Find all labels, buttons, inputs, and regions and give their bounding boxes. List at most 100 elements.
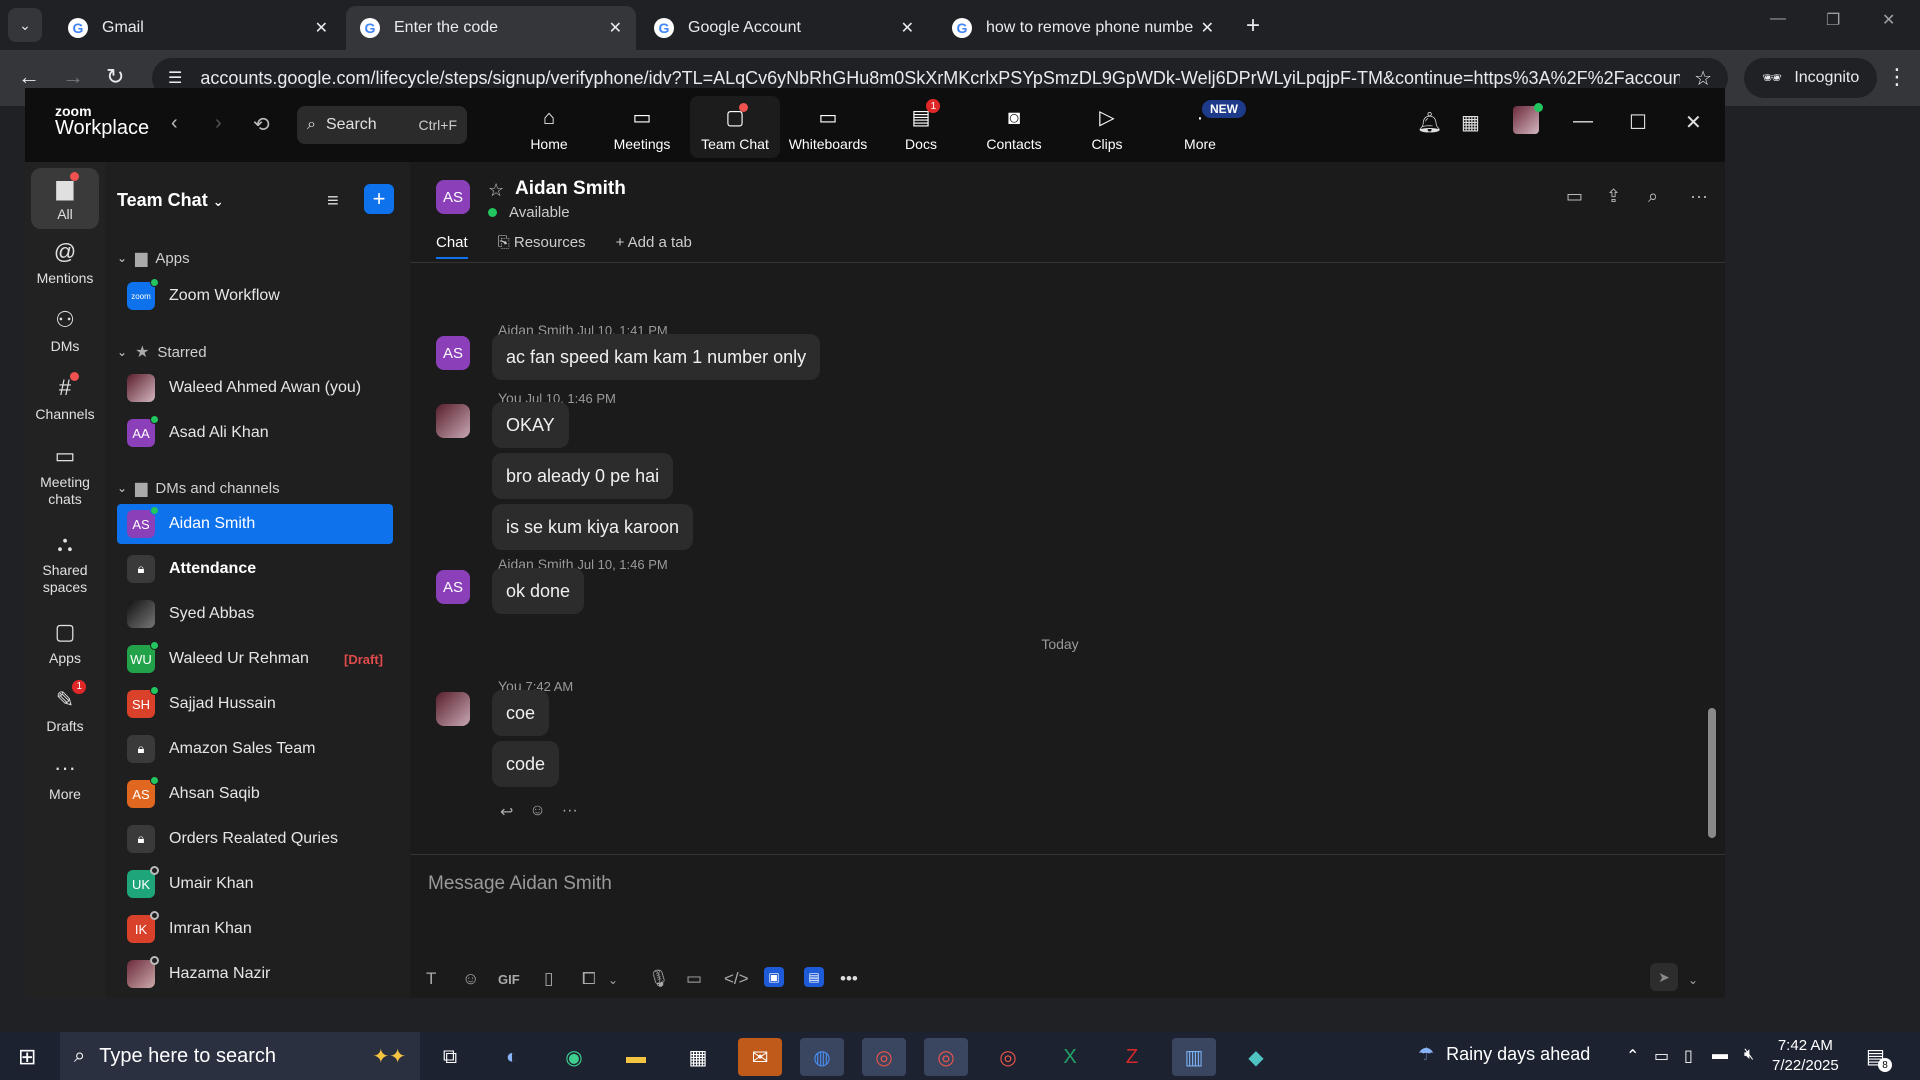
- nav-team-chat[interactable]: ▢ Team Chat: [690, 96, 780, 158]
- scrollbar[interactable]: [1708, 708, 1716, 838]
- task-view-icon[interactable]: ⧉: [428, 1038, 472, 1076]
- forward-arrow-icon[interactable]: ›: [215, 112, 222, 135]
- search-icon[interactable]: ⌕: [1648, 186, 1658, 207]
- weather-widget[interactable]: ☂ Rainy days ahead: [1418, 1044, 1590, 1065]
- outlook-icon[interactable]: ✉: [738, 1038, 782, 1076]
- rail-all[interactable]: ▆ All: [31, 168, 99, 229]
- avatar[interactable]: [436, 692, 470, 726]
- list-item[interactable]: IK Imran Khan: [117, 909, 393, 949]
- new-tab-icon[interactable]: +: [1246, 12, 1260, 40]
- zoom-search[interactable]: ⌕ Search Ctrl+F: [297, 106, 467, 144]
- tab-add-a-tab[interactable]: + Add a tab: [616, 234, 692, 259]
- ellipsis-icon[interactable]: •••: [840, 969, 858, 989]
- bookmark-star-icon[interactable]: ☆: [1694, 66, 1712, 91]
- device-icon[interactable]: ▯: [1684, 1046, 1693, 1066]
- chat-list-title[interactable]: Team Chat ⌄: [117, 190, 224, 211]
- nav-contacts[interactable]: ◙ Contacts: [969, 96, 1059, 158]
- star-icon[interactable]: ☆: [488, 180, 504, 201]
- chrome-icon[interactable]: ◎: [862, 1038, 906, 1076]
- tab-chat[interactable]: Chat: [436, 234, 468, 259]
- nav-home[interactable]: ⌂ Home: [504, 96, 594, 158]
- contact-name[interactable]: Aidan Smith: [515, 178, 626, 200]
- list-item[interactable]: Syed Abbas: [117, 594, 393, 634]
- chevron-up-icon[interactable]: ⌃: [1626, 1046, 1639, 1066]
- app-icon[interactable]: ▤: [804, 967, 824, 987]
- message-bubble[interactable]: is se kum kiya karoon: [492, 504, 694, 550]
- list-item[interactable]: 🔒︎ Amazon Sales Team: [117, 729, 393, 769]
- calculator-icon[interactable]: ▥: [1172, 1038, 1216, 1076]
- taskbar-search[interactable]: ⌕ Type here to search ✦✦: [60, 1032, 420, 1080]
- tab-gmail[interactable]: G Gmail ✕: [54, 6, 342, 50]
- avatar[interactable]: AS: [436, 336, 470, 370]
- list-item[interactable]: UK Umair Khan: [117, 864, 393, 904]
- reply-icon[interactable]: ↩: [500, 802, 513, 822]
- message-bubble[interactable]: coe: [492, 690, 550, 736]
- video-call-icon[interactable]: ▭: [1566, 186, 1583, 207]
- nav-docs[interactable]: ▤ 1 Docs: [876, 96, 966, 158]
- history-icon[interactable]: ⟲: [253, 112, 270, 137]
- chrome-icon[interactable]: ◎: [986, 1038, 1030, 1076]
- nav-whiteboards[interactable]: ▭ Whiteboards: [783, 96, 873, 158]
- message-input[interactable]: Message Aidan Smith: [428, 873, 612, 895]
- calendar-icon[interactable]: ▦: [1461, 110, 1480, 135]
- chevron-down-icon[interactable]: ⌄: [608, 973, 618, 987]
- system-clock[interactable]: 7:42 AM 7/22/2025: [1772, 1036, 1839, 1077]
- minimize-icon[interactable]: —: [1770, 10, 1786, 28]
- site-info-icon[interactable]: ☰: [168, 68, 182, 88]
- rail-shared-spaces[interactable]: ⛬ Shared spaces: [31, 530, 99, 597]
- new-chat-button[interactable]: +: [364, 184, 394, 214]
- emoji-reaction-icon[interactable]: ☺: [529, 802, 545, 822]
- list-item[interactable]: AS Ahsan Saqib: [117, 774, 393, 814]
- share-screen-icon[interactable]: ⇪: [1606, 186, 1621, 207]
- avatar[interactable]: AS: [436, 570, 470, 604]
- section-apps[interactable]: ⌄ ▆ Apps: [117, 248, 190, 268]
- message-bubble[interactable]: ok done: [492, 568, 585, 614]
- message-bubble[interactable]: bro aleady 0 pe hai: [492, 453, 674, 499]
- close-icon[interactable]: ✕: [609, 18, 622, 38]
- tab-google-account[interactable]: G Google Account ✕: [640, 6, 928, 50]
- nav-meetings[interactable]: ▭ Meetings: [597, 96, 687, 158]
- ellipsis-icon[interactable]: ···: [1690, 186, 1708, 207]
- close-icon[interactable]: ✕: [315, 18, 328, 38]
- app-icon[interactable]: ▣: [764, 967, 784, 987]
- copilot-icon[interactable]: ◐: [490, 1038, 534, 1076]
- gif-icon[interactable]: GIF: [498, 972, 520, 987]
- avatar[interactable]: [436, 404, 470, 438]
- list-item[interactable]: AA Asad Ali Khan: [117, 413, 393, 453]
- rail-apps[interactable]: ▢ Apps: [31, 618, 99, 667]
- emoji-icon[interactable]: ☺: [462, 969, 479, 989]
- excel-icon[interactable]: X: [1048, 1038, 1092, 1076]
- forward-icon[interactable]: →: [62, 64, 84, 90]
- ellipsis-icon[interactable]: ···: [562, 802, 578, 822]
- list-item[interactable]: AS Aidan Smith: [117, 504, 393, 544]
- filter-icon[interactable]: ≡: [327, 190, 339, 213]
- back-arrow-icon[interactable]: ‹: [171, 112, 178, 135]
- rail-dms[interactable]: ⚇ DMs: [31, 306, 99, 355]
- incognito-indicator[interactable]: 🕶 Incognito: [1744, 58, 1878, 98]
- section-dms-channels[interactable]: ⌄ ▆ DMs and channels: [117, 478, 280, 498]
- code-snippet-icon[interactable]: </>: [724, 969, 749, 989]
- tab-search-dropdown[interactable]: ⌄: [8, 8, 42, 42]
- zoom-taskbar-icon[interactable]: ◍: [800, 1038, 844, 1076]
- nav-clips[interactable]: ▷ Clips: [1062, 96, 1152, 158]
- file-icon[interactable]: ▯: [544, 969, 553, 989]
- notification-icon[interactable]: ▤ 8: [1866, 1044, 1892, 1072]
- format-text-icon[interactable]: T: [426, 969, 436, 989]
- microphone-icon[interactable]: 🎙︎: [648, 969, 670, 989]
- rail-channels[interactable]: # Channels: [31, 372, 99, 423]
- close-icon[interactable]: ✕: [901, 18, 914, 38]
- minimize-icon[interactable]: —: [1573, 110, 1593, 133]
- rail-mentions[interactable]: @ Mentions: [31, 238, 99, 287]
- store-icon[interactable]: ▦: [676, 1038, 720, 1076]
- bell-icon[interactable]: 🔔︎: [1417, 110, 1442, 135]
- screenshot-icon[interactable]: ⧠: [582, 969, 596, 989]
- section-starred[interactable]: ⌄ ★ Starred: [117, 342, 207, 362]
- close-icon[interactable]: ✕: [1685, 110, 1702, 135]
- list-item[interactable]: 🔒︎ Orders Realated Quries: [117, 819, 393, 859]
- file-explorer-icon[interactable]: ▬: [614, 1038, 658, 1076]
- tab-remove-phone-number[interactable]: G how to remove phone number ✕: [938, 6, 1228, 50]
- video-message-icon[interactable]: ▭: [686, 969, 702, 989]
- tab-resources[interactable]: ⎘ Resources: [498, 234, 586, 259]
- battery-icon[interactable]: ▬: [1712, 1046, 1728, 1064]
- message-bubble[interactable]: ac fan speed kam kam 1 number only: [492, 334, 821, 380]
